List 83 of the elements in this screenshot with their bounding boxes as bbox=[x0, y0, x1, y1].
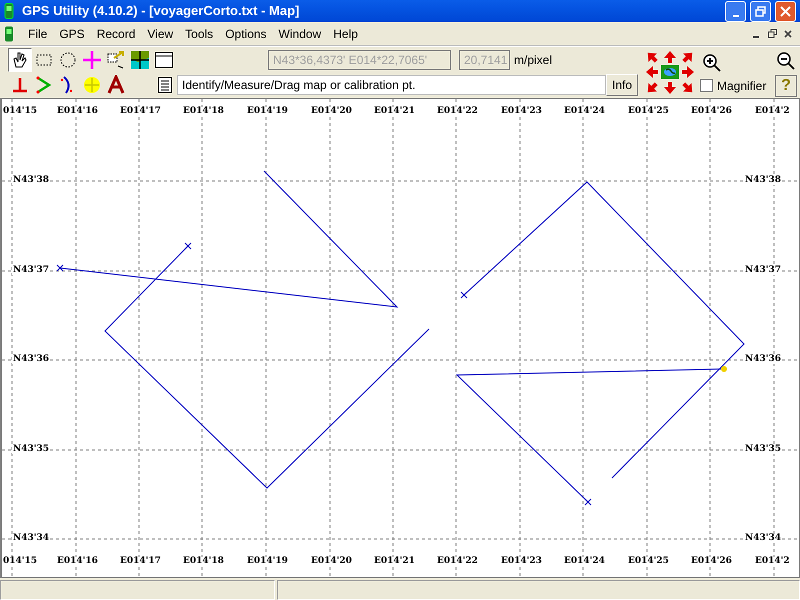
latitude-label: N43'34 bbox=[744, 534, 782, 543]
latitude-label: N43'35 bbox=[744, 445, 782, 454]
tool-button[interactable] bbox=[128, 48, 152, 72]
window-title: GPS Utility (4.10.2) - [voyagerCorto.txt - Map] bbox=[22, 2, 300, 20]
latitude-label: N43'38 bbox=[12, 176, 50, 185]
waypoint-icon bbox=[721, 366, 727, 372]
zoom-out-icon bbox=[776, 50, 796, 70]
magnifier-label: Magnifier bbox=[717, 78, 766, 94]
longitude-label: E014'17 bbox=[119, 107, 162, 116]
info-button[interactable]: Info bbox=[606, 74, 638, 96]
arrow-icon[interactable] bbox=[662, 50, 678, 64]
tool-button[interactable] bbox=[8, 48, 32, 72]
longitude-label: E014'25 bbox=[627, 107, 670, 116]
longitude-label: E014'20 bbox=[310, 107, 353, 116]
close-button[interactable] bbox=[775, 0, 796, 22]
menu-item[interactable]: Window bbox=[272, 24, 328, 42]
arrow-icon[interactable] bbox=[680, 65, 696, 80]
longitude-label: E014'23 bbox=[500, 557, 543, 566]
coordinates-field: N43*36,4373' E014*22,7065' bbox=[268, 50, 451, 70]
close-icon bbox=[780, 6, 791, 16]
latitude-label: N43'37 bbox=[12, 266, 50, 275]
longitude-label: E014'19 bbox=[246, 557, 289, 566]
longitude-label: E014'18 bbox=[182, 107, 225, 116]
longitude-label: E014'26 bbox=[690, 107, 733, 116]
longitude-label: E014'24 bbox=[563, 557, 606, 566]
longitude-label: E014'21 bbox=[373, 557, 416, 566]
longitude-label: E014'22 bbox=[436, 107, 479, 116]
latitude-label: N43'38 bbox=[744, 176, 782, 185]
longitude-label: E014'16 bbox=[56, 107, 99, 116]
longitude-label: E014'16 bbox=[56, 557, 99, 566]
restore-icon bbox=[768, 29, 776, 38]
menu-item[interactable]: View bbox=[141, 24, 180, 42]
longitude-label: E014'18 bbox=[182, 557, 225, 566]
menu-item[interactable]: Help bbox=[327, 24, 364, 42]
longitude-label: E014'20 bbox=[310, 557, 353, 566]
longitude-label: 014'15 bbox=[2, 107, 38, 116]
restore-icon bbox=[755, 6, 766, 16]
menu-item[interactable]: GPS bbox=[53, 24, 91, 42]
zoom-in-icon bbox=[702, 52, 722, 72]
gps-device-icon bbox=[4, 3, 14, 19]
table-icon bbox=[154, 50, 174, 70]
magnifier-checkbox[interactable] bbox=[700, 79, 713, 92]
arrow-box-icon bbox=[106, 50, 126, 70]
help-button[interactable]: ? bbox=[775, 74, 797, 96]
angle-icon bbox=[34, 75, 54, 95]
cross-icon bbox=[82, 50, 102, 70]
scale-unit: m/pixel bbox=[514, 52, 552, 69]
map-image-icon bbox=[130, 50, 150, 70]
longitude-label: E014'25 bbox=[627, 557, 670, 566]
map-canvas[interactable] bbox=[0, 98, 800, 578]
globe-map-icon[interactable] bbox=[661, 65, 679, 80]
longitude-label: E014'21 bbox=[373, 107, 416, 116]
latitude-label: N43'36 bbox=[12, 355, 50, 364]
circle-select-icon bbox=[58, 50, 78, 70]
gps-device-icon bbox=[4, 26, 14, 42]
hint-field: Identify/Measure/Drag map or calibration pt. bbox=[177, 75, 606, 95]
minimize-button[interactable] bbox=[725, 0, 746, 22]
list-icon[interactable] bbox=[157, 76, 173, 94]
latitude-label: N43'36 bbox=[744, 355, 782, 364]
close-icon bbox=[784, 30, 792, 38]
longitude-label: E014'24 bbox=[563, 107, 606, 116]
menu-item[interactable]: Options bbox=[219, 24, 273, 42]
menu-item[interactable]: File bbox=[22, 24, 54, 42]
longitude-label: E014'2 bbox=[754, 107, 791, 116]
perpendicular-icon bbox=[10, 75, 30, 95]
menu-item[interactable]: Record bbox=[90, 24, 142, 42]
longitude-label: 014'15 bbox=[2, 557, 38, 566]
target-icon bbox=[82, 75, 102, 95]
restore-button[interactable] bbox=[750, 0, 771, 22]
longitude-label: E014'17 bbox=[119, 557, 162, 566]
longitude-label: E014'22 bbox=[436, 557, 479, 566]
longitude-label: E014'23 bbox=[500, 107, 543, 116]
longitude-label: E014'2 bbox=[754, 557, 791, 566]
latitude-label: N43'37 bbox=[744, 266, 782, 275]
arrow-icon[interactable] bbox=[662, 80, 678, 95]
latitude-label: N43'35 bbox=[12, 445, 50, 454]
menu-item[interactable]: Tools bbox=[179, 24, 220, 42]
longitude-label: E014'19 bbox=[246, 107, 289, 116]
letter-a-icon bbox=[106, 75, 126, 95]
longitude-label: E014'26 bbox=[690, 557, 733, 566]
arrow-icon[interactable] bbox=[644, 65, 660, 80]
scale-field: 20,7141 bbox=[459, 50, 510, 70]
latitude-label: N43'34 bbox=[12, 534, 50, 543]
